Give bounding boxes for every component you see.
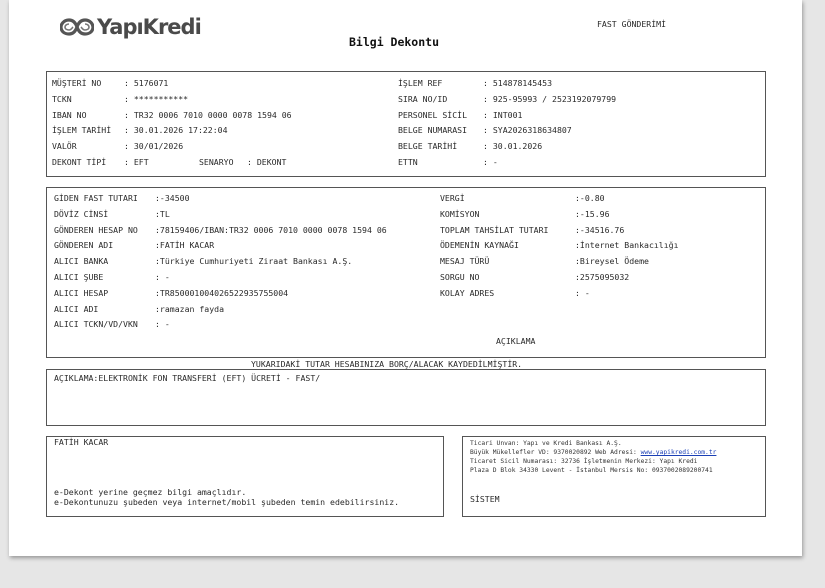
transfer-left-field-label: DÖVİZ CİNSİ — [54, 208, 109, 219]
transfer-right-field-value: :-34516.76 — [575, 224, 625, 235]
info-right-field-value: : INT001 — [483, 109, 523, 120]
transfer-left-field-label: ALICI ADI — [54, 303, 99, 314]
transfer-left-field-value: :ramazan fayda — [155, 303, 225, 314]
transfer-right-field-label: KOMİSYON — [440, 208, 480, 219]
bank-registry: Ticaret Sicil Numarası: 32736 İşletmenin… — [470, 458, 698, 465]
transfer-left-field-value: : - — [155, 272, 170, 282]
logo-text: YapıKredi — [97, 15, 202, 39]
disclaimer-line-2: e-Dekontunuzu şubeden veya internet/mobi… — [54, 497, 400, 507]
document-title: Bilgi Dekontu — [349, 35, 440, 49]
info-left-field-label: TCKN — [52, 93, 72, 104]
document-type: FAST GÖNDERİMİ — [597, 19, 667, 29]
info-right-field-value: : SYA2026318634807 — [483, 125, 572, 136]
transfer-right-field-value: :-0.80 — [575, 193, 605, 203]
info-left-field-label: IBAN NO — [52, 109, 87, 120]
bank-tax-web: Büyük Mükellefler VD: 9370020892 Web Adr… — [470, 449, 716, 456]
info-left-field-label: İŞLEM TARİHİ — [52, 125, 112, 136]
transfer-right-field-label: VERGİ — [440, 193, 465, 203]
info-right-field-value: : 925-95993 / 2523192079799 — [483, 93, 617, 104]
bank-trade-name: Ticari Unvan: Yapı ve Kredi Bankası A.Ş. — [470, 440, 622, 447]
transfer-left-field-value: :TR850001004026522935755004 — [155, 287, 289, 298]
transfer-left-field-label: GİDEN FAST TUTARI — [54, 193, 138, 203]
info-right-field-label: İŞLEM REF — [398, 78, 443, 88]
aciklama-heading: AÇIKLAMA — [496, 336, 536, 346]
transfer-right-field-value: :-15.96 — [575, 208, 610, 219]
info-right-field-label: BELGE NUMARASI — [398, 125, 468, 136]
info-right-field-value: : 30.01.2026 — [483, 141, 543, 152]
transfer-left-field-value: : - — [155, 319, 170, 330]
transfer-right-field-label: TOPLAM TAHSİLAT TUTARI — [440, 224, 549, 235]
transfer-left-field-value: :FATİH KACAR — [155, 240, 215, 251]
transfer-right-field-value: :2575095032 — [575, 272, 630, 282]
info-left-field-value: : EFT — [124, 157, 149, 167]
transfer-left-field-value: :78159406/IBAN:TR32 0006 7010 0000 0078 … — [155, 224, 387, 235]
transfer-left-field-label: GÖNDEREN HESAP NO — [54, 224, 138, 235]
transfer-left-field-value: :-34500 — [155, 193, 190, 203]
transfer-right-field-value: :İnternet Bankacılığı — [575, 240, 679, 251]
senaryo-value: : DEKONT — [247, 157, 287, 167]
info-right-field-label: PERSONEL SİCİL — [398, 109, 468, 120]
transfer-right-field-label: SORGU NO — [440, 272, 480, 282]
info-left-field-value: : *********** — [124, 93, 189, 104]
transfer-left-field-label: ALICI BANKA — [54, 256, 109, 267]
transfer-right-field-value: :Bireysel Ödeme — [575, 256, 649, 267]
transfer-left-field-label: ALICI TCKN/VD/VKN — [54, 319, 138, 330]
info-left-field-label: DEKONT TİPİ — [52, 157, 107, 167]
transfer-details-box: GİDEN FAST TUTARI :-34500 DÖVİZ CİNSİ :TL GÖ… — [46, 187, 766, 358]
transfer-right-field-value: : - — [575, 287, 590, 298]
system-label: SİSTEM — [470, 494, 500, 504]
receipt-page: YapıKredi Bilgi Dekontu FAST GÖNDERİMİ M… — [9, 0, 802, 556]
yapikredi-logo-icon — [60, 18, 94, 36]
transfer-right-field-label: KOLAY ADRES — [440, 287, 495, 298]
bank-website-link[interactable]: www.yapikredi.com.tr — [641, 449, 717, 456]
transfer-left-field-label: ALICI HESAP — [54, 287, 109, 298]
bank-tax-info: Büyük Mükellefler VD: 9370020892 Web Adr… — [470, 449, 641, 456]
description-box: AÇIKLAMA:ELEKTRONİK FON TRANSFERİ (EFT) … — [46, 369, 766, 426]
transfer-right-field-label: MESAJ TÜRÜ — [440, 256, 490, 267]
yapikredi-logo: YapıKredi — [60, 12, 202, 42]
transfer-right-field-label: ÖDEMENİN KAYNAĞI — [440, 240, 519, 251]
account-info-box: MÜŞTERİ NO : 5176071 TCKN : *********** IBAN… — [46, 71, 766, 177]
info-right-field-label: ETTN — [398, 157, 418, 167]
info-left-field-value: : 5176071 — [124, 78, 169, 88]
debit-credit-notice: YUKARIDAKİ TUTAR HESABINIZA BORÇ/ALACAK … — [251, 359, 523, 369]
customer-box: FATİH KACAR e-Dekont yerine geçmez bilgi… — [46, 436, 444, 517]
description-text: AÇIKLAMA:ELEKTRONİK FON TRANSFERİ (EFT) … — [54, 373, 321, 383]
transfer-left-field-value: :TL — [155, 208, 170, 219]
info-left-field-value: : 30/01/2026 — [124, 141, 184, 152]
disclaimer-line-1: e-Dekont yerine geçmez bilgi amaçlıdır. — [54, 487, 247, 497]
info-right-field-label: SIRA NO/ID — [398, 93, 448, 104]
transfer-left-field-value: :Türkiye Cumhuriyeti Ziraat Bankası A.Ş. — [155, 256, 353, 267]
customer-name: FATİH KACAR — [54, 437, 109, 447]
transfer-left-field-label: GÖNDEREN ADI — [54, 240, 114, 251]
senaryo-label: SENARYO — [199, 157, 234, 167]
transfer-left-field-label: ALICI ŞUBE — [54, 272, 104, 282]
info-right-field-value: : 514878145453 — [483, 78, 553, 88]
info-right-field-label: BELGE TARİHİ — [398, 141, 458, 152]
info-right-field-value: : - — [483, 157, 498, 167]
info-left-field-label: VALÖR — [52, 141, 77, 152]
info-left-field-value: : TR32 0006 7010 0000 0078 1594 06 — [124, 109, 292, 120]
info-left-field-label: MÜŞTERİ NO — [52, 78, 102, 88]
bank-address: Plaza D Blok 34330 Levent - İstanbul Mer… — [470, 467, 713, 474]
bank-info-box: Ticari Unvan: Yapı ve Kredi Bankası A.Ş.… — [462, 436, 766, 517]
info-left-field-value: : 30.01.2026 17:22:04 — [124, 125, 228, 136]
